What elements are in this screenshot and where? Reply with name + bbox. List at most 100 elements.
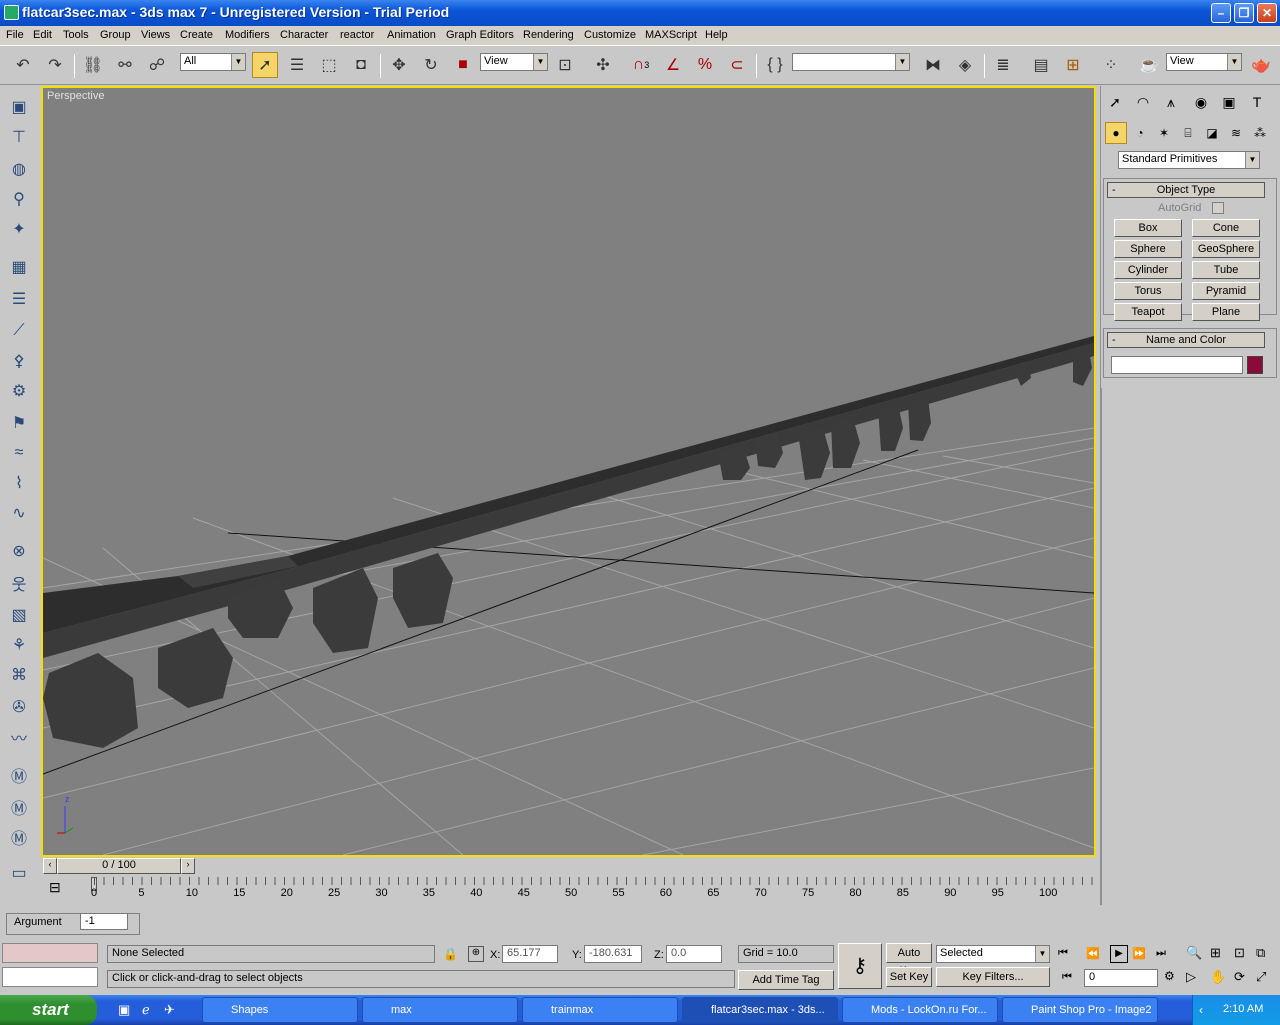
torus-button[interactable]: Torus — [1114, 282, 1182, 300]
cone-button[interactable]: Cone — [1192, 219, 1260, 237]
tube-button[interactable]: Tube — [1192, 261, 1260, 279]
zoom-all-icon[interactable]: ⊞ — [1210, 945, 1221, 961]
helpers-cat-icon[interactable]: ◪ — [1201, 122, 1223, 144]
goto-start-icon[interactable]: ⏮ — [1058, 947, 1068, 960]
menu-character[interactable]: Character — [280, 29, 328, 41]
next-key-icon[interactable]: ⏩ — [1132, 947, 1146, 960]
listener-white-field[interactable] — [2, 967, 98, 987]
lights-cat-icon[interactable]: ✶ — [1153, 122, 1175, 144]
key-filters-button[interactable]: Key Filters... — [936, 967, 1050, 987]
menu-edit[interactable]: Edit — [33, 29, 52, 41]
taper-icon[interactable]: ⚴ — [6, 348, 32, 374]
prev-key-icon[interactable]: ⏪ — [1086, 947, 1100, 960]
weathervane-icon[interactable]: ⚑ — [6, 410, 32, 436]
set-key-icon[interactable]: ⚷ — [838, 943, 882, 989]
move-icon[interactable]: ✥ — [386, 52, 412, 78]
task-trainmax[interactable]: trainmax — [522, 997, 678, 1023]
menu-help[interactable]: Help — [705, 29, 728, 41]
max-m2-icon[interactable]: Ⓜ — [6, 794, 32, 820]
close-button[interactable]: ✕ — [1257, 3, 1277, 23]
pivot-center-icon[interactable]: ⊡ — [552, 52, 578, 78]
display-tab-icon[interactable]: ▣ — [1217, 90, 1241, 114]
quicklaunch-icon[interactable]: ✈ — [164, 1002, 175, 1018]
schematic-view-icon[interactable]: ⊞ — [1060, 52, 1086, 78]
reactor-icon[interactable]: ⊗ — [6, 538, 32, 564]
create-tab-icon[interactable]: ➚ — [1103, 90, 1127, 114]
current-frame-input[interactable]: 0 — [1084, 969, 1158, 987]
gear-icon[interactable]: ⚙ — [6, 378, 32, 404]
snap-toggle-icon[interactable]: ∩ 3 — [628, 52, 654, 78]
bend-icon[interactable]: ⟋ — [6, 318, 32, 344]
bind-space-warp-icon[interactable]: ☍ — [144, 52, 170, 78]
plane-button[interactable]: Plane — [1192, 303, 1260, 321]
utilities-tab-icon[interactable]: T — [1245, 90, 1269, 114]
create-objects-icon[interactable]: ▣ — [6, 94, 32, 120]
play-icon[interactable]: ▶ — [1110, 945, 1128, 963]
menu-rendering[interactable]: Rendering — [523, 29, 574, 41]
curve-editor-icon[interactable]: ▤ — [1028, 52, 1054, 78]
hierarchy-tab-icon[interactable]: ⩚ — [1159, 90, 1183, 114]
menu-animation[interactable]: Animation — [387, 29, 436, 41]
geometry-icon[interactable]: ● — [1105, 122, 1127, 144]
maximize-button[interactable]: ❐ — [1234, 3, 1254, 23]
align-icon[interactable]: ◈ — [952, 52, 978, 78]
shapes-icon[interactable]: ⊤ — [6, 124, 32, 150]
scale-icon[interactable]: ■ — [450, 52, 476, 78]
helpers-icon[interactable]: ✦ — [6, 216, 32, 242]
menu-modifiers[interactable]: Modifiers — [225, 29, 270, 41]
spring-icon[interactable]: ⚘ — [6, 632, 32, 658]
percent-snap-icon[interactable]: % — [692, 52, 718, 78]
ie-icon[interactable]: ℯ — [142, 1002, 150, 1018]
cameras-cat-icon[interactable]: ⌸ — [1177, 122, 1199, 144]
angle-snap-icon[interactable]: ∠ — [660, 52, 686, 78]
time-config-icon[interactable]: ⚙ — [1164, 969, 1175, 983]
render-type-select[interactable]: View ▼ — [1166, 53, 1242, 71]
menu-customize[interactable]: Customize — [584, 29, 636, 41]
field-of-view-icon[interactable]: ▷ — [1186, 969, 1196, 985]
biped-icon[interactable]: 웃 — [6, 570, 32, 596]
absolute-mode-icon[interactable]: ⊕ — [468, 946, 484, 962]
wheel-icon[interactable]: ✇ — [6, 694, 32, 720]
listener-pink-field[interactable] — [2, 943, 98, 963]
pan-icon[interactable]: ✋ — [1210, 969, 1226, 985]
quick-render-icon[interactable]: 🫖 — [1248, 52, 1274, 78]
menu-file[interactable]: File — [6, 29, 24, 41]
category-select[interactable]: Standard Primitives ▼ — [1118, 151, 1260, 169]
selection-filter-select[interactable]: All ▼ — [180, 53, 246, 71]
window-crossing-icon[interactable]: ◘ — [348, 52, 374, 78]
object-type-header[interactable]: - Object Type — [1107, 182, 1265, 198]
autogrid-checkbox[interactable] — [1212, 202, 1224, 214]
teapot-button[interactable]: Teapot — [1114, 303, 1182, 321]
maxscript-listener-icon[interactable]: ▭ — [6, 860, 32, 886]
cloth-icon[interactable]: ▧ — [6, 602, 32, 628]
material-editor-icon[interactable]: ⁘ — [1098, 52, 1124, 78]
key-mode-toggle-icon[interactable]: ⏮ — [1062, 971, 1072, 984]
shapes-cat-icon[interactable]: ◔ — [1129, 122, 1151, 144]
task-mods-lockon[interactable]: Mods - LockOn.ru For... — [842, 997, 998, 1023]
motion-tab-icon[interactable]: ◉ — [1189, 90, 1213, 114]
minimize-button[interactable]: – — [1211, 3, 1231, 23]
zoom-extents-all-icon[interactable]: ⧉ — [1256, 945, 1265, 961]
argument-input[interactable]: -1 — [80, 913, 128, 930]
edit-named-selection-icon[interactable]: { } — [762, 52, 788, 78]
prev-frame-arrow-icon[interactable]: ‹ — [43, 858, 57, 874]
track-bar[interactable]: ⊟ 0 5 10 15 20 25 30 35 40 45 50 55 60 65 70 75 80 85 90 95… — [41, 875, 1096, 905]
rotate-icon[interactable]: ↻ — [418, 52, 444, 78]
max-m1-icon[interactable]: Ⓜ — [6, 762, 32, 788]
modify-tab-icon[interactable]: ◠ — [1131, 90, 1155, 114]
menu-graph-editors[interactable]: Graph Editors — [446, 29, 514, 41]
pyramid-button[interactable]: Pyramid — [1192, 282, 1260, 300]
sphere-icon[interactable]: ◍ — [6, 156, 32, 182]
lights-icon[interactable]: ⚲ — [6, 186, 32, 212]
next-frame-arrow-icon[interactable]: › — [181, 858, 195, 874]
menu-maxscript[interactable]: MAXScript — [645, 29, 697, 41]
unlink-icon[interactable]: ⚯ — [112, 52, 138, 78]
lock-icon[interactable]: 🔒 — [443, 947, 458, 961]
layer-manager-icon[interactable]: ≣ — [990, 52, 1016, 78]
zoom-icon[interactable]: 🔍 — [1186, 945, 1202, 961]
select-object-icon[interactable]: ➚ — [252, 52, 278, 78]
object-name-input[interactable] — [1111, 356, 1243, 374]
menu-group[interactable]: Group — [100, 29, 131, 41]
y-coordinate-input[interactable]: -180.631 — [584, 945, 642, 963]
undo-icon[interactable]: ↶ — [10, 52, 36, 78]
